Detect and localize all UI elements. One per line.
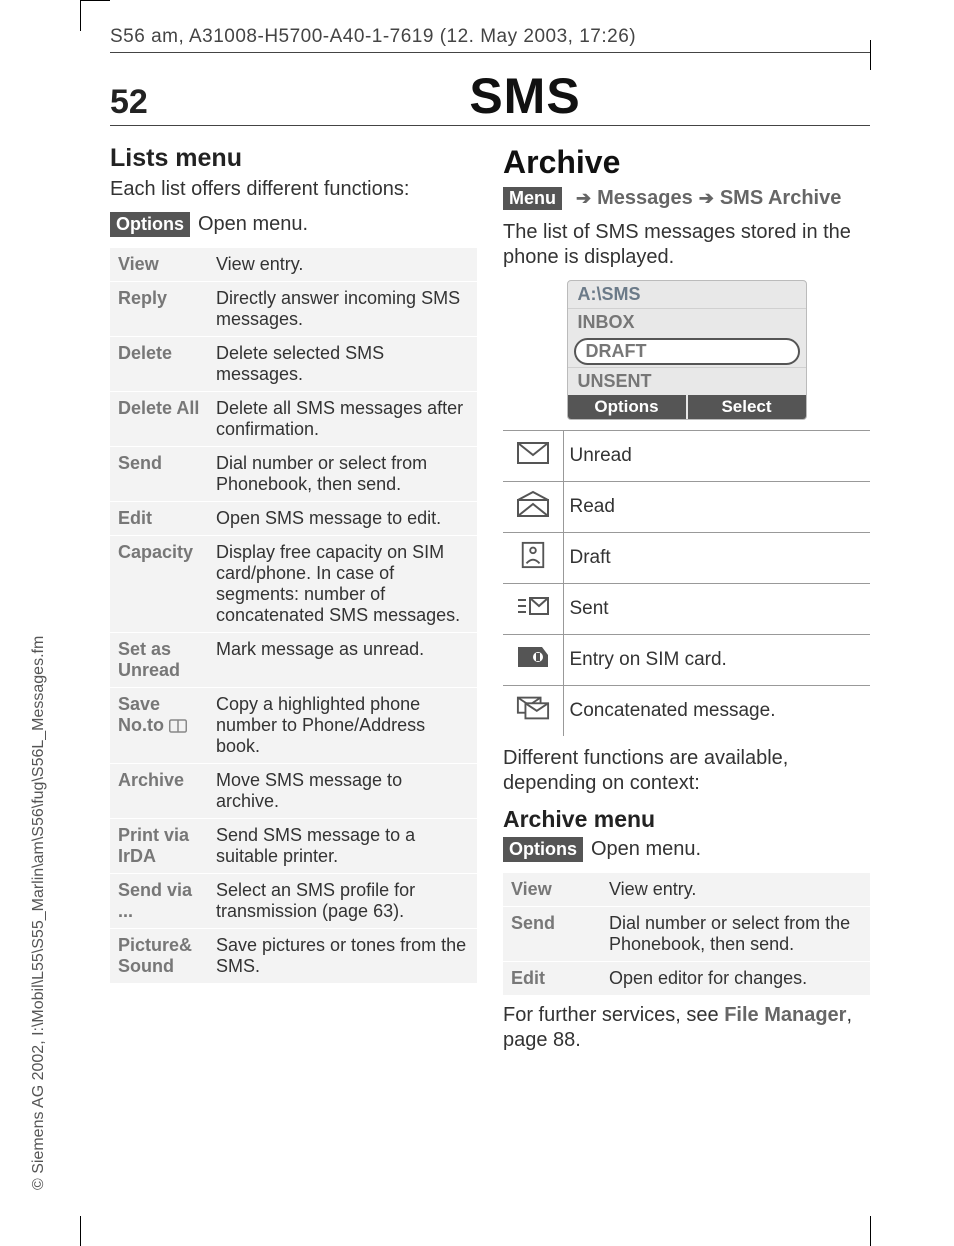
arrow-icon: ➔ xyxy=(699,188,714,209)
table-row: Picture& SoundSave pictures or tones fro… xyxy=(110,929,477,984)
icon-legend: Unread Read Draft Sent Entry on SIM card… xyxy=(503,430,870,736)
table-row: Set as UnreadMark message as unread. xyxy=(110,633,477,688)
unread-icon xyxy=(516,439,550,467)
options-desc: Open menu. xyxy=(591,837,701,862)
context-text: Different functions are available, depen… xyxy=(503,746,870,796)
phone-item: INBOX xyxy=(568,308,806,336)
lists-menu-intro: Each list offers different functions: xyxy=(110,177,477,202)
table-row: ArchiveMove SMS message to archive. xyxy=(110,764,477,819)
table-row: ReplyDirectly answer incoming SMS messag… xyxy=(110,282,477,337)
table-row: Delete AllDelete all SMS messages after … xyxy=(110,392,477,447)
options-tag: Options xyxy=(503,837,583,862)
table-row: Print via IrDASend SMS message to a suit… xyxy=(110,819,477,874)
archive-menu-table: ViewView entry. SendDial number or selec… xyxy=(503,872,870,995)
table-row: ViewView entry. xyxy=(110,248,477,282)
lists-menu-table: ViewView entry. ReplyDirectly answer inc… xyxy=(110,247,477,983)
phone-item: UNSENT xyxy=(568,367,806,395)
read-icon xyxy=(516,490,550,518)
side-file-path: © Siemens AG 2002, I:\Mobil\L55\S55_Marl… xyxy=(30,636,48,1190)
softkey-left: Options xyxy=(568,395,688,419)
table-row: CapacityDisplay free capacity on SIM car… xyxy=(110,536,477,633)
header-line: S56 am, A31008-H5700-A40-1-7619 (12. May… xyxy=(110,26,870,53)
lists-menu-heading: Lists menu xyxy=(110,144,477,173)
table-row: EditOpen SMS message to edit. xyxy=(110,502,477,536)
arrow-icon: ➔ xyxy=(576,188,591,209)
archive-heading: Archive xyxy=(503,144,870,181)
table-row: SendDial number or select from Phonebook… xyxy=(110,447,477,502)
addressbook-icon xyxy=(169,719,187,733)
table-row: DeleteDelete selected SMS messages. xyxy=(110,337,477,392)
concat-icon xyxy=(516,694,550,722)
table-row: ViewView entry. xyxy=(503,873,870,907)
table-row: Save No.to Copy a highlighted phone numb… xyxy=(110,688,477,764)
nav-path: Menu ➔ Messages ➔ SMS Archive xyxy=(503,187,870,210)
options-desc: Open menu. xyxy=(198,212,308,237)
phone-screen: A:\SMS INBOX DRAFT UNSENT Options Select xyxy=(567,280,807,420)
archive-intro: The list of SMS messages stored in the p… xyxy=(503,220,870,270)
page-title: SMS xyxy=(180,67,870,125)
phone-path: A:\SMS xyxy=(568,281,806,308)
draft-icon xyxy=(516,541,550,569)
softkey-right: Select xyxy=(688,395,806,419)
table-row: SendDial number or select from the Phone… xyxy=(503,907,870,962)
page-number: 52 xyxy=(110,83,180,122)
menu-tag: Menu xyxy=(503,187,562,210)
table-row: EditOpen editor for changes. xyxy=(503,962,870,996)
archive-menu-heading: Archive menu xyxy=(503,806,870,833)
further-services: For further services, see File Manager, … xyxy=(503,1003,870,1053)
sent-icon xyxy=(516,592,550,620)
sim-icon xyxy=(516,643,550,671)
phone-item-selected: DRAFT xyxy=(574,338,800,365)
options-tag: Options xyxy=(110,212,190,237)
table-row: Send via ...Select an SMS profile for tr… xyxy=(110,874,477,929)
